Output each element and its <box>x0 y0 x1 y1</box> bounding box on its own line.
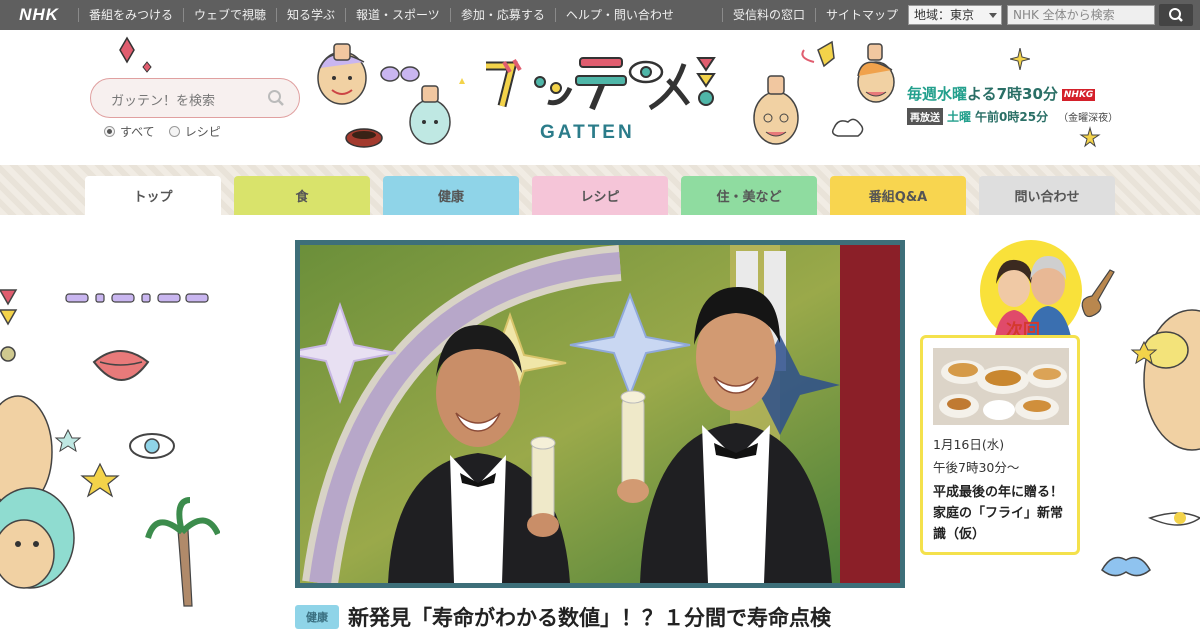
search-icon <box>1169 8 1183 22</box>
sparkle-icon <box>1010 48 1030 70</box>
feature-image[interactable] <box>295 240 905 588</box>
nhk-search-input[interactable]: NHK 全体から検索 <box>1007 5 1155 25</box>
tab-contact[interactable]: 問い合わせ <box>979 176 1115 215</box>
search-scope-all[interactable]: すべて <box>104 123 155 140</box>
rerun-day: 土曜 <box>947 110 972 124</box>
category-badge: 健康 <box>295 605 339 629</box>
fried-food-illustration <box>933 348 1069 425</box>
feature-headline[interactable]: 健康 新発見「寿命がわかる数値」！？１分間で寿命点検 <box>295 602 831 632</box>
rerun-badge: 再放送 <box>907 108 943 125</box>
global-nav-participate[interactable]: 参加・応募する <box>449 8 555 22</box>
region-select-label: 地域：東京 <box>914 8 975 22</box>
tab-food[interactable]: 食 <box>234 176 370 215</box>
search-scope-recipe-label: レシピ <box>184 125 221 139</box>
studio-photo-illustration <box>300 245 900 583</box>
diamond-decoration-icon <box>119 36 152 73</box>
chevron-down-icon <box>989 13 997 18</box>
region-select[interactable]: 地域：東京 <box>908 5 1002 25</box>
next-episode-card[interactable]: 1月16日(水) 午後7時30分〜 平成最後の年に贈る！家庭の「フライ」新常識（… <box>920 335 1080 555</box>
global-nav-links: 番組をみつける ウェブで視聴 知る学ぶ 報道・スポーツ 参加・応募する ヘルプ・… <box>78 0 684 30</box>
global-nav-right: 受信料の窓口 サイトマップ <box>722 0 908 30</box>
search-icon[interactable] <box>267 89 285 107</box>
feature-title[interactable]: 新発見「寿命がわかる数値」！？１分間で寿命点検 <box>348 602 831 632</box>
nhk-search-button[interactable] <box>1159 4 1193 26</box>
logo-lettering-icon <box>486 57 716 111</box>
character-illustrations-left <box>317 43 465 148</box>
next-episode-date: 1月16日(水) <box>933 437 1005 452</box>
tab-health[interactable]: 健康 <box>383 176 519 215</box>
global-nav-find-programs[interactable]: 番組をみつける <box>78 8 183 22</box>
tab-living-beauty[interactable]: 住・美など <box>681 176 817 215</box>
global-nav-help[interactable]: ヘルプ・問い合わせ <box>554 8 684 22</box>
broadcast-schedule: 毎週水曜よる7時30分 NHKG <box>907 83 1096 104</box>
global-nav-watch-web[interactable]: ウェブで視聴 <box>183 8 276 22</box>
next-episode-time: 午後7時30分〜 <box>933 460 1020 475</box>
global-nav-bar: NHK 番組をみつける ウェブで視聴 知る学ぶ 報道・スポーツ 参加・応募する … <box>0 0 1200 30</box>
feature-photo <box>300 245 900 583</box>
tab-program-qa[interactable]: 番組Q&A <box>830 176 966 215</box>
right-decorations <box>1101 309 1200 577</box>
star-icon <box>1079 126 1101 148</box>
next-episode-photo <box>933 348 1069 425</box>
tab-top[interactable]: トップ <box>85 176 221 215</box>
rerun-schedule: 再放送 土曜 午前0時25分 （金曜深夜） <box>907 108 1118 125</box>
character-illustrations-right <box>753 40 895 145</box>
next-episode-title[interactable]: 平成最後の年に贈る！家庭の「フライ」新常識（仮） <box>933 482 1073 545</box>
search-scope: すべて レシピ <box>104 123 221 140</box>
search-scope-all-label: すべて <box>120 125 155 139</box>
radio-icon <box>104 126 115 137</box>
global-nav-sitemap[interactable]: サイトマップ <box>815 8 908 22</box>
logo-english: GATTEN <box>540 122 635 143</box>
site-search-input[interactable]: ガッテン！を検索 <box>90 78 300 118</box>
rerun-note: （金曜深夜） <box>1058 113 1119 124</box>
broadcast-day: 毎週水曜 <box>907 85 968 103</box>
radio-icon <box>168 126 180 137</box>
global-nav-news-sports[interactable]: 報道・スポーツ <box>345 8 450 22</box>
global-nav-fee-window[interactable]: 受信料の窓口 <box>722 8 815 22</box>
rerun-time: 午前0時25分 <box>975 110 1049 124</box>
channel-badge: NHKG <box>1061 88 1096 101</box>
search-scope-recipe[interactable]: レシピ <box>168 123 221 140</box>
site-header: ガッテン！を検索 すべて レシピ GATTEN 毎週水曜よる7時30分 NHKG… <box>0 30 1200 165</box>
category-tabs: トップ 食 健康 レシピ 住・美など 番組Q&A 問い合わせ <box>0 165 1200 215</box>
nhk-logo[interactable]: NHK <box>0 5 78 25</box>
global-nav-learn[interactable]: 知る学ぶ <box>276 8 345 22</box>
site-search-placeholder: ガッテン！を検索 <box>111 94 216 109</box>
tab-recipe[interactable]: レシピ <box>532 176 668 215</box>
broadcast-time: よる7時30分 <box>967 85 1058 103</box>
left-decorations <box>0 289 220 607</box>
